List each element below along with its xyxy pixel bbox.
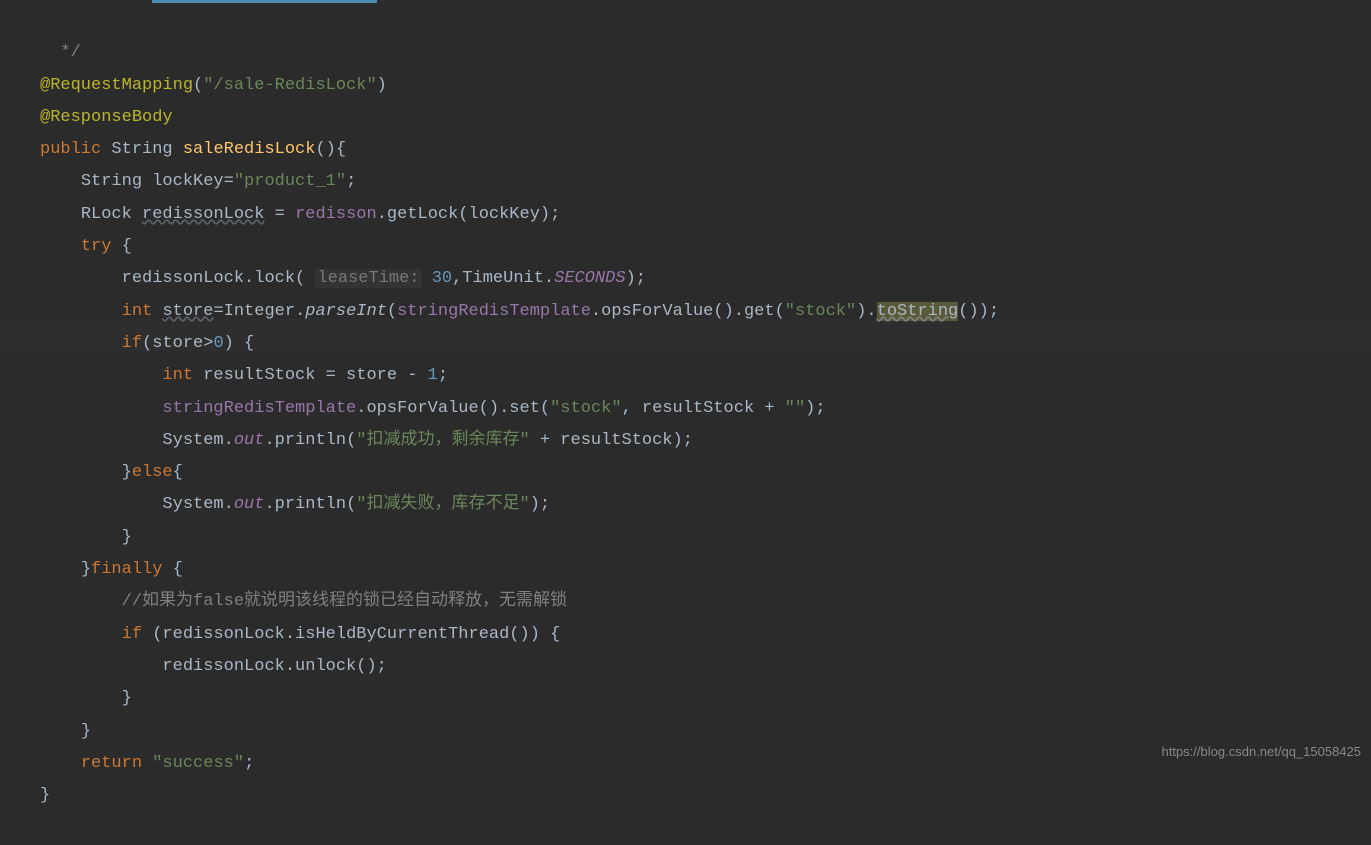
field-redisson: redisson (295, 205, 377, 224)
method-chain: .opsForValue().set( (356, 399, 550, 418)
brace: } (81, 722, 91, 741)
comment-end: */ (60, 43, 80, 62)
keyword-else: else (132, 463, 173, 482)
code-block: */ @RequestMapping("/sale-RedisLock") @R… (40, 37, 1371, 812)
paren: ( (387, 302, 397, 321)
method-name: saleRedisLock (183, 140, 316, 159)
method-call: redissonLock.lock( (122, 269, 316, 288)
field-out: out (234, 431, 265, 450)
brace: { (173, 463, 183, 482)
stmt-end: ); (805, 399, 825, 418)
stmt-end: ); (626, 269, 646, 288)
field-stringredistemplate: stringRedisTemplate (162, 399, 356, 418)
string-literal: "stock" (785, 302, 856, 321)
param-hint-leasetime: leaseTime: (315, 269, 421, 288)
semicolon: ; (346, 172, 356, 191)
field-out: out (234, 495, 265, 514)
var-store: store (162, 302, 213, 321)
brace: } (122, 463, 132, 482)
brace: } (40, 786, 50, 805)
number-literal: 1 (428, 366, 438, 385)
string-literal: "扣减成功，剩余库存" (356, 431, 529, 450)
string-literal: "" (785, 399, 805, 418)
method-call: redissonLock.unlock(); (162, 657, 386, 676)
keyword-if: if (122, 625, 153, 644)
var-decl: String lockKey= (81, 172, 234, 191)
var-redissonlock: redissonLock (142, 205, 264, 224)
method-parseint: parseInt (305, 302, 387, 321)
string-literal: "success" (152, 754, 244, 773)
semicolon: ; (244, 754, 254, 773)
string-literal: "product_1" (234, 172, 346, 191)
args: ,TimeUnit. (452, 269, 554, 288)
class-system: System. (162, 431, 233, 450)
cond-end: ) { (224, 334, 255, 353)
number-literal: 0 (213, 334, 223, 353)
brace: { (122, 237, 132, 256)
keyword-if: if (122, 334, 142, 353)
field-stringredistemplate: stringRedisTemplate (397, 302, 591, 321)
number-literal: 30 (422, 269, 453, 288)
brace: } (122, 689, 132, 708)
method-println: .println( (264, 431, 356, 450)
method-println: .println( (264, 495, 356, 514)
stmt-end: ()); (958, 302, 999, 321)
active-tab-indicator (152, 0, 377, 3)
stmt-end: ); (530, 495, 550, 514)
expression: resultStock = store - (203, 366, 427, 385)
brace: } (122, 528, 132, 547)
keyword-public: public (40, 140, 111, 159)
type-string: String (111, 140, 182, 159)
paren-dot: ). (856, 302, 876, 321)
keyword-return: return (81, 754, 152, 773)
keyword-int: int (162, 366, 203, 385)
method-call: .getLock(lockKey); (377, 205, 561, 224)
brace: } (81, 560, 91, 579)
args: , resultStock + (622, 399, 785, 418)
condition: (redissonLock.isHeldByCurrentThread()) { (152, 625, 560, 644)
string-literal: "/sale-RedisLock" (203, 76, 376, 95)
comment-line: //如果为false就说明该线程的锁已经自动释放，无需解锁 (122, 592, 567, 611)
paren: ( (193, 76, 203, 95)
method-sig-end: (){ (315, 140, 346, 159)
code-editor[interactable]: */ @RequestMapping("/sale-RedisLock") @R… (0, 0, 1371, 845)
equals: = (264, 205, 295, 224)
stmt-end: + resultStock); (530, 431, 693, 450)
equals: =Integer. (213, 302, 305, 321)
class-system: System. (162, 495, 233, 514)
type-rlock: RLock (81, 205, 142, 224)
method-chain: .opsForValue().get( (591, 302, 785, 321)
keyword-finally: finally (91, 560, 173, 579)
method-tostring: toString (877, 302, 959, 321)
annotation-responsebody: @ResponseBody (40, 108, 173, 127)
semicolon: ; (438, 366, 448, 385)
const-seconds: SECONDS (554, 269, 625, 288)
string-literal: "stock" (550, 399, 621, 418)
brace: { (173, 560, 183, 579)
string-literal: "扣减失败，库存不足" (356, 495, 529, 514)
condition: (store> (142, 334, 213, 353)
keyword-try: try (81, 237, 122, 256)
annotation-requestmapping: @RequestMapping (40, 76, 193, 95)
keyword-int: int (122, 302, 163, 321)
paren: ) (377, 76, 387, 95)
